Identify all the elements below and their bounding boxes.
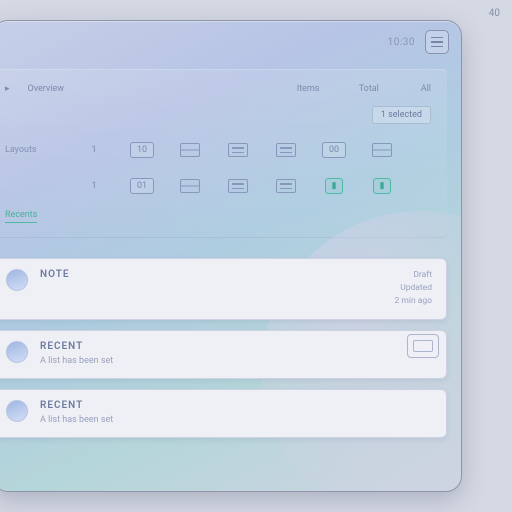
cell[interactable]: ▮ [317,175,351,197]
avatar [6,269,28,291]
tag-icon[interactable] [407,334,439,358]
cell[interactable] [269,139,303,161]
cell[interactable] [221,139,255,161]
grid-row: 1 01 ▮ ▮ [3,168,433,204]
card-title: RECENT [40,400,432,411]
avatar [6,341,28,363]
stack-icon [372,143,392,157]
panel-chip-row: 1 selected [3,102,433,132]
list-item[interactable]: RECENT A list has been set [0,330,447,379]
corner-label: 40 [489,8,500,19]
col-header-all[interactable]: All [421,84,431,94]
data-panel: ▸ Overview Items Total All 1 selected La… [0,69,447,238]
card-subtitle: A list has been set [40,415,432,425]
pill-active: ▮ [325,178,344,194]
cell[interactable] [173,139,207,161]
bars-icon [276,143,296,157]
panel-tabs: Recents [3,204,433,223]
cell[interactable] [365,139,399,161]
col-header-total: Total [359,84,403,94]
cell[interactable]: 1 [77,175,111,197]
avatar [6,400,28,422]
col-header-items: Items [297,84,341,94]
card-title: RECENT [40,341,432,352]
cell[interactable]: 1 [77,139,111,161]
list-item[interactable]: NOTE Draft Updated 2 min ago [0,258,447,320]
cell[interactable]: 10 [125,139,159,161]
bars-icon [228,143,248,157]
cell[interactable]: 01 [125,175,159,197]
row-label: Layouts [5,145,63,155]
cards-list: NOTE Draft Updated 2 min ago RECENT A li… [0,248,461,450]
tab-recents[interactable]: Recents [5,210,37,223]
cell[interactable] [269,175,303,197]
titlebar: 10:30 [0,21,461,63]
card-title: NOTE [40,269,383,280]
selection-chip[interactable]: 1 selected [372,106,431,124]
card-meta: Draft Updated 2 min ago [395,269,432,307]
panel-marker-icon: ▸ [5,84,10,94]
grid-row: Layouts 1 10 00 [3,132,433,168]
bars-icon [276,179,296,193]
list-item[interactable]: RECENT A list has been set [0,389,447,438]
menu-button[interactable] [425,30,449,54]
app-window: 10:30 ▸ Overview Items Total All 1 selec… [0,20,462,492]
cell[interactable] [221,175,255,197]
bars-icon [228,179,248,193]
stack-icon [180,179,200,193]
pill-active: ▮ [373,178,392,194]
cell[interactable]: ▮ [365,175,399,197]
clock: 10:30 [388,37,415,48]
stack-icon [180,143,200,157]
panel-header-row: ▸ Overview Items Total All [3,80,433,102]
cell[interactable]: 00 [317,139,351,161]
card-subtitle: A list has been set [40,356,432,366]
cell[interactable] [173,175,207,197]
col-header-overview: Overview [28,84,279,94]
